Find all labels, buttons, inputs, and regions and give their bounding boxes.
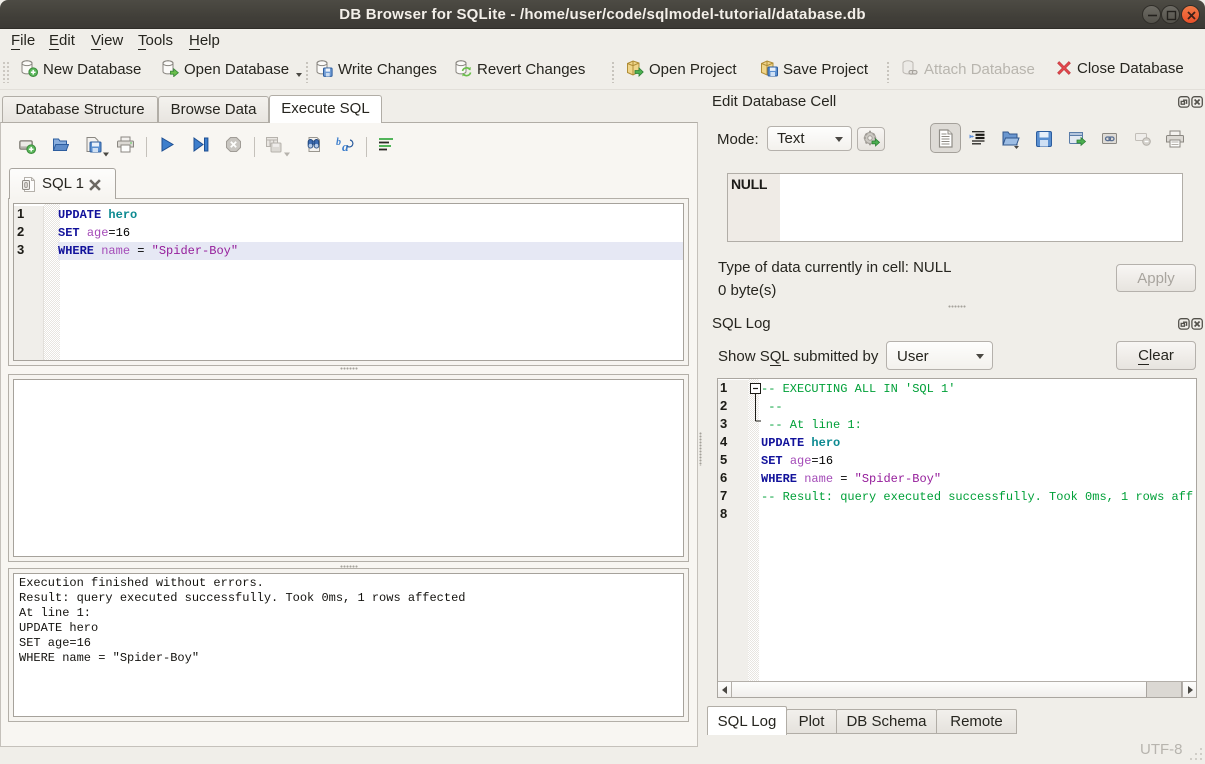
svg-text:b: b — [336, 137, 341, 148]
